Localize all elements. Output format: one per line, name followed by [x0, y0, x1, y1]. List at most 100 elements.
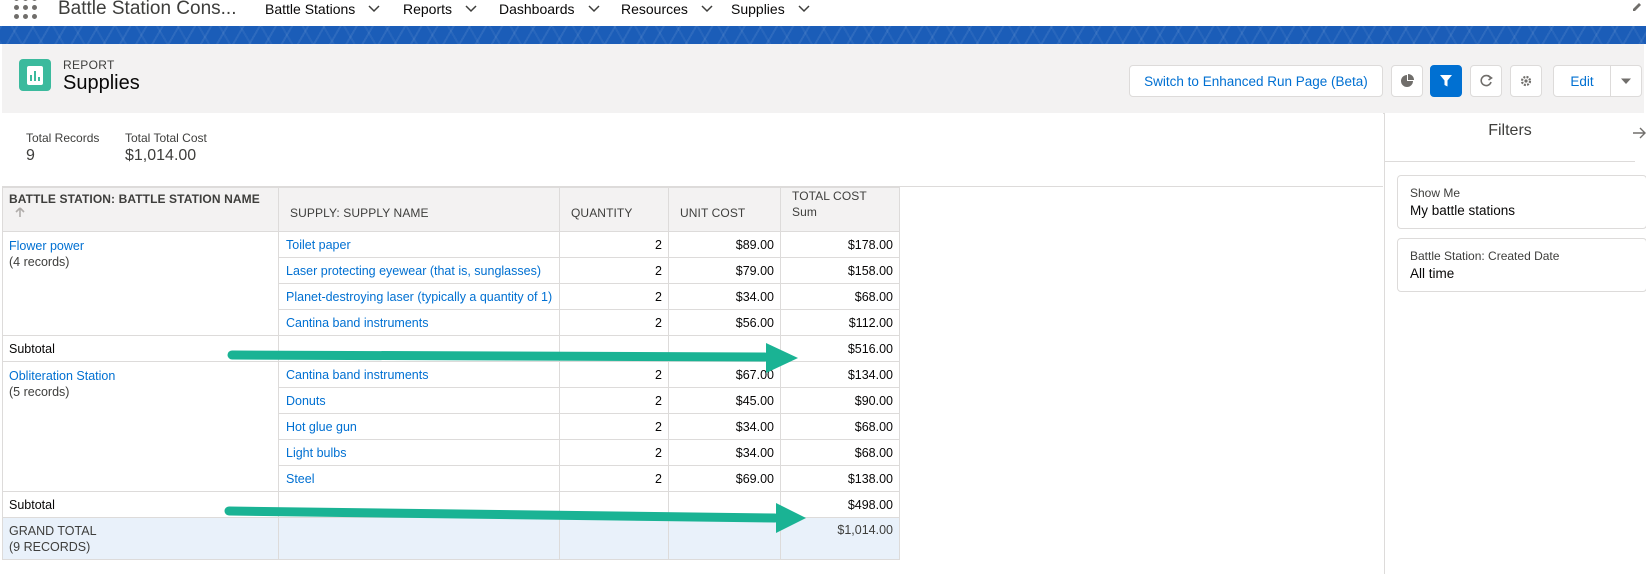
nav-item-label: Supplies	[731, 1, 785, 17]
chevron-down-icon[interactable]	[587, 2, 601, 16]
total-cost-cell: $68.00	[780, 413, 900, 440]
nav-item-battle-stations[interactable]: Battle Stations	[265, 1, 381, 17]
chart-button[interactable]	[1391, 65, 1423, 97]
column-header-quantity[interactable]: QUANTITY	[559, 187, 669, 232]
total-cost-cell: $112.00	[780, 309, 900, 336]
total-cost-cell: $68.00	[780, 439, 900, 466]
quantity-cell: 2	[559, 361, 669, 388]
subtotal-row: Subtotal $516.00	[2, 335, 900, 362]
table-header-row: BATTLE STATION: BATTLE STATION NAME SUPP…	[2, 187, 900, 232]
empty-cell	[559, 517, 669, 560]
nav-item-supplies[interactable]: Supplies	[731, 1, 811, 17]
global-nav: Battle Station Cons... Battle Stations R…	[0, 0, 1646, 26]
total-cost-value: $1,014.00	[125, 147, 197, 164]
subtotal-label: Subtotal	[2, 491, 279, 518]
unit-cost-cell: $79.00	[668, 257, 781, 284]
chart-icon	[1401, 74, 1414, 87]
unit-cost-cell: $69.00	[668, 465, 781, 492]
table-row: Flower power (4 records) Toilet paper 2 …	[2, 231, 900, 336]
subtotal-label: Subtotal	[2, 335, 279, 362]
collapse-panel-icon[interactable]	[1631, 125, 1646, 141]
column-header-supply[interactable]: SUPPLY: SUPPLY NAME	[278, 187, 560, 232]
unit-cost-cell: $34.00	[668, 413, 781, 440]
column-header-unit-cost[interactable]: UNIT COST	[668, 187, 781, 232]
total-cost-cell: $68.00	[780, 283, 900, 310]
app-launcher-icon[interactable]	[12, 0, 40, 24]
column-header-battle-station[interactable]: BATTLE STATION: BATTLE STATION NAME	[2, 187, 279, 232]
group-cell: Flower power (4 records)	[2, 231, 279, 336]
grand-total-label-cell: GRAND TOTAL (9 RECORDS)	[2, 517, 279, 560]
nav-item-label: Resources	[621, 1, 688, 17]
empty-cell	[278, 517, 560, 560]
supply-name-link[interactable]: Planet-destroying laser (typically a qua…	[278, 283, 560, 310]
group-name-link[interactable]: Obliteration Station	[9, 368, 272, 384]
edit-button[interactable]: Edit	[1553, 65, 1611, 97]
quantity-cell: 2	[559, 309, 669, 336]
page-title: Supplies	[63, 72, 140, 94]
nav-item-label: Dashboards	[499, 1, 575, 17]
filters-title: Filters	[1385, 113, 1635, 162]
column-header-label: TOTAL COST	[792, 189, 867, 203]
supply-name-link[interactable]: Cantina band instruments	[278, 361, 560, 388]
gear-icon	[1520, 75, 1532, 87]
filter-card-show-me[interactable]: Show Me My battle stations	[1397, 175, 1646, 229]
unit-cost-cell: $89.00	[668, 231, 781, 258]
total-records-label: Total Records	[26, 131, 100, 145]
nav-item-label: Reports	[403, 1, 453, 17]
supply-name-link[interactable]: Toilet paper	[278, 231, 560, 258]
chevron-down-icon[interactable]	[367, 2, 381, 16]
grand-total-value: $1,014.00	[780, 517, 900, 560]
filter-button[interactable]	[1430, 65, 1462, 97]
supply-name-link[interactable]: Light bulbs	[278, 439, 560, 466]
unit-cost-cell: $34.00	[668, 439, 781, 466]
grand-total-row: GRAND TOTAL (9 RECORDS) $1,014.00	[2, 517, 900, 560]
edit-nav-icon[interactable]	[1632, 2, 1642, 12]
nav-item-reports[interactable]: Reports	[403, 1, 478, 17]
supply-name-link[interactable]: Steel	[278, 465, 560, 492]
group-name-link[interactable]: Flower power	[9, 238, 272, 254]
nav-item-label: Battle Stations	[265, 1, 356, 17]
total-cost-cell: $178.00	[780, 231, 900, 258]
subtotal-value: $498.00	[780, 491, 900, 518]
quantity-cell: 2	[559, 231, 669, 258]
column-header-label: QUANTITY	[571, 206, 633, 220]
refresh-button[interactable]	[1470, 65, 1502, 97]
group-count: (4 records)	[9, 255, 70, 269]
supply-name-link[interactable]: Hot glue gun	[278, 413, 560, 440]
nav-item-resources[interactable]: Resources	[621, 1, 714, 17]
column-header-sub-label: Sum	[792, 205, 817, 219]
app-name: Battle Station Cons...	[58, 0, 237, 19]
unit-cost-cell: $45.00	[668, 387, 781, 414]
quantity-cell: 2	[559, 387, 669, 414]
unit-cost-cell: $34.00	[668, 283, 781, 310]
chevron-down-icon[interactable]	[797, 2, 811, 16]
settings-button[interactable]	[1510, 65, 1542, 97]
supply-name-link[interactable]: Donuts	[278, 387, 560, 414]
grand-total-count: (9 RECORDS)	[9, 540, 91, 554]
quantity-cell: 2	[559, 465, 669, 492]
chevron-down-icon	[1621, 78, 1631, 84]
column-header-label: BATTLE STATION: BATTLE STATION NAME	[9, 192, 260, 206]
switch-enhanced-run-page-button[interactable]: Switch to Enhanced Run Page (Beta)	[1129, 65, 1383, 97]
sort-ascending-icon[interactable]	[15, 207, 25, 218]
quantity-cell: 2	[559, 413, 669, 440]
chevron-down-icon[interactable]	[464, 2, 478, 16]
chevron-down-icon[interactable]	[700, 2, 714, 16]
total-cost-label: Total Total Cost	[125, 131, 207, 145]
total-cost-cell: $158.00	[780, 257, 900, 284]
page-header: REPORT Supplies Switch to Enhanced Run P…	[2, 44, 1644, 114]
quantity-cell: 2	[559, 257, 669, 284]
column-header-total-cost[interactable]: TOTAL COST Sum	[780, 187, 900, 232]
unit-cost-cell: $56.00	[668, 309, 781, 336]
filter-card-created-date[interactable]: Battle Station: Created Date All time	[1397, 238, 1646, 292]
more-actions-button[interactable]	[1610, 65, 1642, 97]
empty-cell	[668, 335, 781, 362]
subtotal-row: Subtotal $498.00	[2, 491, 900, 518]
report-icon	[19, 59, 51, 91]
supply-name-link[interactable]: Laser protecting eyewear (that is, sungl…	[278, 257, 560, 284]
nav-item-dashboards[interactable]: Dashboards	[499, 1, 601, 17]
filter-value: My battle stations	[1410, 203, 1516, 218]
column-header-label: UNIT COST	[680, 206, 746, 220]
supply-name-link[interactable]: Cantina band instruments	[278, 309, 560, 336]
filter-icon	[1440, 75, 1452, 87]
